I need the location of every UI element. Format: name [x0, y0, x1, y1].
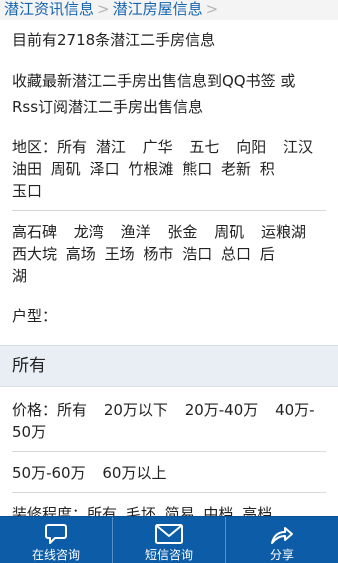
breadcrumb-housing-link[interactable]: 潜江房屋信息	[113, 0, 203, 18]
listing-count: 目前有2718条潜江二手房信息	[12, 31, 216, 49]
share-icon	[271, 527, 293, 544]
area-option[interactable]: 渔洋	[121, 223, 151, 241]
decoration-option[interactable]: 中档	[203, 505, 233, 516]
price-filter: 价格：所有 20万以下 20万-40万 40万- 50万	[0, 399, 338, 443]
price-option[interactable]: 所有	[57, 401, 87, 419]
area-filter: 地区：所有 潜江 广华 五七 向阳 江汉 油田 周矶 泽口 竹根滩 熊口 老新 …	[0, 136, 338, 202]
area-option[interactable]: 总口	[221, 245, 251, 263]
area-option[interactable]: 杨市	[143, 245, 173, 263]
decoration-option[interactable]: 毛坯	[126, 505, 156, 516]
price-filter-more: 50万-60万 60万以上	[0, 462, 338, 484]
decoration-option[interactable]: 高档	[242, 505, 272, 516]
online-consult-label: 在线咨询	[31, 548, 80, 562]
envelope-icon	[155, 524, 183, 544]
area-option[interactable]: 龙湾	[74, 223, 104, 241]
area-option[interactable]: 老新	[221, 160, 251, 178]
area-filter-label: 地区：	[12, 138, 58, 156]
area-option[interactable]: 运粮湖	[261, 223, 306, 241]
share-label: 分享	[269, 548, 294, 562]
online-consult-button[interactable]: 在线咨询	[0, 517, 112, 563]
area-option[interactable]: 周矶	[51, 160, 81, 178]
area-option[interactable]: 向阳	[236, 138, 266, 156]
area-option[interactable]: 张金	[167, 223, 197, 241]
area-option[interactable]: 王场	[105, 245, 135, 263]
share-button[interactable]: 分享	[225, 517, 338, 563]
area-option[interactable]: 湖	[12, 267, 27, 285]
price-option[interactable]: 50万-60万	[12, 464, 86, 482]
area-option[interactable]: 周矶	[214, 223, 244, 241]
breadcrumb-separator: >	[97, 0, 110, 18]
decoration-filter: 装修程度：所有 毛坯 简易 中档 高档	[0, 503, 338, 516]
area-option[interactable]: 玉口	[12, 182, 42, 200]
area-option[interactable]: 广华	[143, 138, 173, 156]
area-option[interactable]: 油田	[12, 160, 42, 178]
area-option[interactable]: 江汉	[283, 138, 313, 156]
area-option[interactable]: 潜江	[96, 138, 126, 156]
area-option[interactable]: 后	[260, 245, 275, 263]
area-option[interactable]: 熊口	[182, 160, 212, 178]
divider	[12, 210, 326, 211]
price-option[interactable]: 50万	[12, 423, 46, 441]
area-filter-more: 高石碑 龙湾 渔洋 张金 周矶 运粮湖 西大垸 高场 王场 杨市 浩口 总口 后…	[0, 221, 338, 287]
area-option[interactable]: 竹根滩	[128, 160, 173, 178]
area-option[interactable]: 西大垸	[12, 245, 57, 263]
subscribe-line-2[interactable]: Rss订阅潜江二手房出售信息	[12, 94, 328, 120]
price-option[interactable]: 20万以下	[104, 401, 168, 419]
breadcrumb-separator: >	[205, 0, 219, 18]
subscribe-text: 收藏最新潜江二手房出售信息到QQ书签 或 Rss订阅潜江二手房出售信息	[0, 68, 338, 120]
divider	[12, 451, 326, 452]
bottom-action-bar: 在线咨询 短信咨询 分享	[0, 516, 338, 563]
decoration-option[interactable]: 简易	[165, 505, 195, 516]
area-option[interactable]: 高石碑	[12, 223, 57, 241]
sms-consult-button[interactable]: 短信咨询	[112, 517, 225, 563]
area-option[interactable]: 高场	[66, 245, 96, 263]
type-filter: 户型：	[0, 305, 338, 327]
subscribe-line-1[interactable]: 收藏最新潜江二手房出售信息到QQ书签 或	[12, 68, 328, 94]
area-option[interactable]: 积	[260, 160, 275, 178]
price-option[interactable]: 40万-	[275, 401, 315, 419]
divider	[12, 492, 326, 493]
type-filter-label: 户型：	[12, 307, 58, 325]
area-option[interactable]: 泽口	[90, 160, 120, 178]
decoration-option[interactable]: 所有	[87, 505, 117, 516]
area-option[interactable]: 所有	[57, 138, 87, 156]
breadcrumb-news-link[interactable]: 潜江资讯信息	[4, 0, 94, 18]
area-option[interactable]: 五七	[189, 138, 219, 156]
breadcrumb: 潜江资讯信息 > 潜江房屋信息 >	[0, 0, 338, 20]
area-option[interactable]: 浩口	[182, 245, 212, 263]
listing-content: 目前有2718条潜江二手房信息 收藏最新潜江二手房出售信息到QQ书签 或 Rss…	[0, 20, 338, 516]
price-option[interactable]: 60万以上	[102, 464, 166, 482]
chat-icon	[45, 524, 67, 544]
sms-consult-label: 短信咨询	[144, 548, 193, 562]
section-header[interactable]: 所有	[0, 345, 338, 387]
price-option[interactable]: 20万-40万	[185, 401, 259, 419]
decoration-filter-label: 装修程度：	[12, 505, 88, 516]
price-filter-label: 价格：	[12, 401, 58, 419]
